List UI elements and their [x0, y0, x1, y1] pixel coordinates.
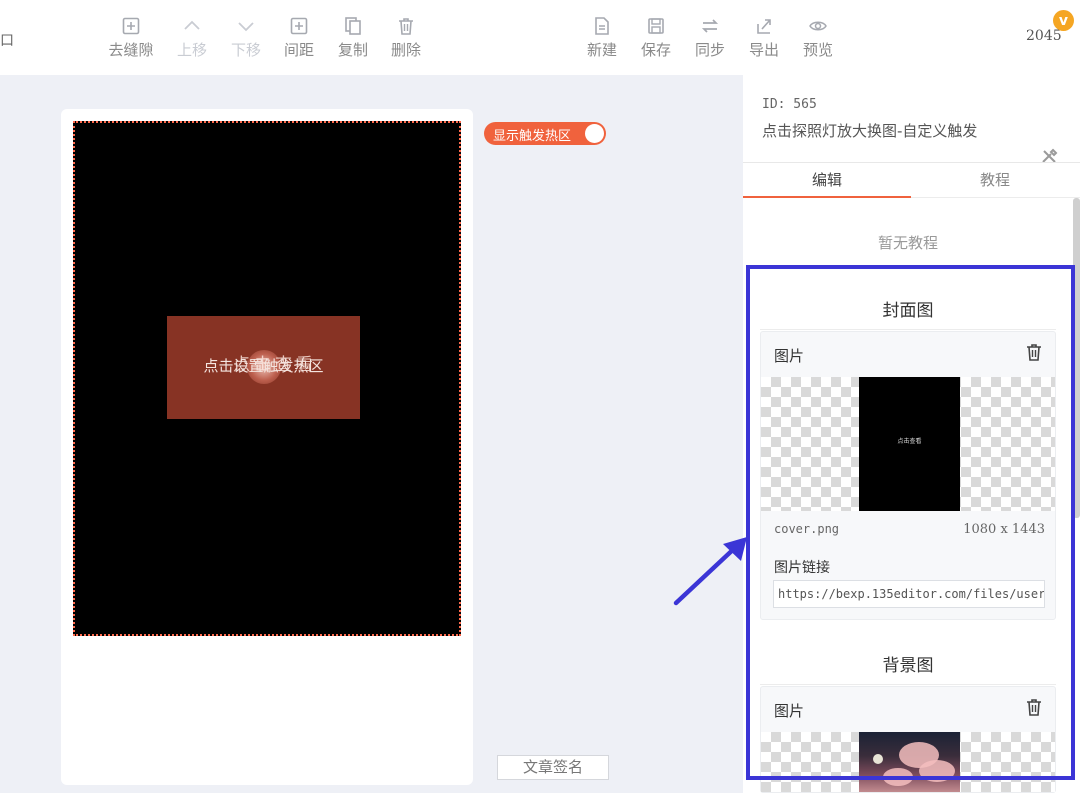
- article-signature-button[interactable]: 文章签名: [497, 755, 609, 780]
- edge-icon-glyph: 口: [0, 33, 14, 49]
- spacing-label: 间距: [283, 41, 314, 59]
- chevron-down-icon: [218, 14, 274, 38]
- preview-button[interactable]: 预览: [790, 14, 846, 60]
- no-tutorial-text: 暂无教程: [877, 234, 938, 252]
- cover-section-title: 封面图: [760, 296, 1056, 330]
- panel-scrollbar[interactable]: [1073, 198, 1080, 518]
- spacing-button[interactable]: 间距: [271, 14, 327, 60]
- move-down-label: 下移: [230, 41, 261, 59]
- plus-square-icon: [271, 14, 327, 38]
- save-label: 保存: [640, 41, 671, 59]
- background-image-preview[interactable]: [761, 732, 1055, 792]
- copy-icon: [325, 14, 381, 38]
- move-up-label: 上移: [176, 41, 207, 59]
- save-icon: [628, 14, 684, 38]
- tab-tutorial[interactable]: 教程: [911, 163, 1079, 198]
- save-button[interactable]: 保存: [628, 14, 684, 60]
- export-label: 导出: [748, 41, 779, 59]
- background-image-card: 图片: [760, 686, 1056, 793]
- delete-button[interactable]: 删除: [378, 14, 434, 60]
- background-thumbnail: [859, 732, 960, 792]
- new-file-icon: [574, 14, 630, 38]
- trash-icon[interactable]: [1025, 698, 1043, 717]
- blossom-shape: [919, 760, 955, 782]
- delete-label: 删除: [390, 41, 421, 59]
- show-hotspot-toggle[interactable]: 显示触发热区: [484, 122, 606, 145]
- plus-square-icon: [103, 14, 159, 38]
- remove-gap-button[interactable]: 去缝隙: [103, 14, 159, 60]
- new-button[interactable]: 新建: [574, 14, 630, 60]
- panel-tabs: 编辑 教程: [743, 162, 1080, 198]
- cover-thumbnail-text: 点击查看: [897, 438, 922, 445]
- image-link-label: 图片链接: [774, 560, 830, 576]
- hotspot-text: 点击设置触发热区: [203, 357, 324, 375]
- count-text: 2045: [1026, 28, 1062, 44]
- eye-icon: [790, 14, 846, 38]
- cover-image-preview[interactable]: 点击查看: [761, 377, 1055, 511]
- top-toolbar: 口 去缝隙 上移 下移 间距 复制 删除 新建 保存 同步 导出 预览 2045…: [0, 0, 1080, 75]
- preview-label: 预览: [802, 41, 833, 59]
- move-up-button[interactable]: 上移: [164, 14, 220, 60]
- template-id: ID: 565: [762, 97, 817, 112]
- trash-icon: [378, 14, 434, 38]
- export-button[interactable]: 导出: [736, 14, 792, 60]
- tab-edit[interactable]: 编辑: [743, 163, 911, 198]
- cover-file-name: cover.png: [774, 522, 840, 536]
- background-section-title: 背景图: [760, 651, 1056, 685]
- new-label: 新建: [586, 41, 617, 59]
- chevron-up-icon: [164, 14, 220, 38]
- vip-badge-icon[interactable]: v: [1053, 10, 1074, 31]
- cover-image-label: 图片: [774, 347, 805, 365]
- move-down-button[interactable]: 下移: [218, 14, 274, 60]
- toggle-label: 显示触发热区: [493, 129, 572, 144]
- toggle-knob: [585, 124, 604, 143]
- copy-label: 复制: [337, 41, 368, 59]
- sync-icon: [682, 14, 738, 38]
- sync-button[interactable]: 同步: [682, 14, 738, 60]
- moon-shape: [873, 754, 883, 764]
- cover-file-dimensions: 1080 x 1443: [963, 522, 1045, 537]
- sync-label: 同步: [694, 41, 725, 59]
- cover-image-card: 图片 点击查看 cover.png 1080 x 1443 图片链接 https…: [760, 331, 1056, 620]
- copy-button[interactable]: 复制: [325, 14, 381, 60]
- export-icon: [736, 14, 792, 38]
- template-name: 点击探照灯放大换图-自定义触发: [762, 122, 978, 140]
- trash-icon[interactable]: [1025, 343, 1043, 362]
- cover-thumbnail: 点击查看: [859, 377, 960, 511]
- image-link-input[interactable]: https://bexp.135editor.com/files/users/0: [773, 580, 1045, 608]
- background-image-label: 图片: [774, 702, 805, 720]
- remove-gap-label: 去缝隙: [108, 41, 154, 59]
- blossom-shape: [883, 768, 913, 786]
